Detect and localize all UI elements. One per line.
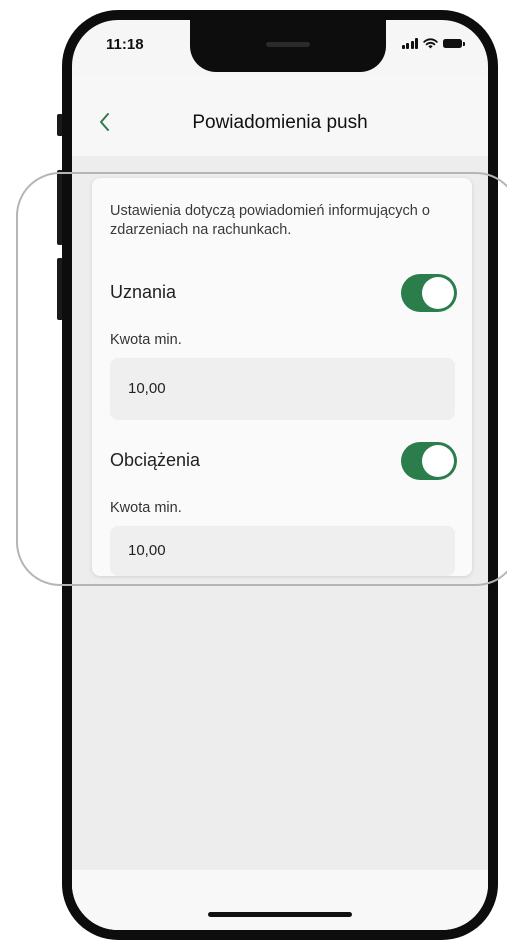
notch	[190, 20, 386, 72]
credits-label: Uznania	[110, 282, 177, 302]
toggle-knob	[422, 277, 454, 309]
battery-icon	[443, 39, 465, 48]
credits-min-amount-value: 10,00	[128, 380, 166, 397]
debits-label: Obciążenia	[110, 450, 201, 470]
app-header: Powiadomienia push	[72, 76, 488, 156]
debits-min-amount-value: 10,00	[128, 542, 166, 559]
settings-description: Ustawienia dotyczą powiadomień informują…	[110, 203, 430, 238]
page-title: Powiadomienia push	[192, 112, 368, 133]
phone-frame: 11:18 Powiadomienia push Ustawienia doty…	[62, 10, 498, 940]
wifi-icon	[423, 38, 438, 49]
toggle-knob	[422, 445, 454, 477]
debits-min-label: Kwota min.	[110, 500, 182, 516]
speaker-grille	[266, 42, 310, 47]
credits-min-label: Kwota min.	[110, 332, 182, 348]
bottom-bar	[72, 870, 488, 930]
signal-icon	[401, 38, 418, 49]
settings-card: Ustawienia dotyczą powiadomień informują…	[92, 178, 472, 576]
debits-toggle[interactable]	[401, 442, 457, 480]
status-time: 11:18	[106, 36, 144, 53]
phone-screen: 11:18 Powiadomienia push Ustawienia doty…	[72, 20, 488, 930]
credits-min-amount-input[interactable]: 10,00	[110, 358, 455, 420]
status-icons	[401, 38, 465, 49]
home-indicator[interactable]	[208, 912, 352, 917]
debits-min-amount-input[interactable]: 10,00	[110, 526, 455, 576]
credits-toggle[interactable]	[401, 274, 457, 312]
